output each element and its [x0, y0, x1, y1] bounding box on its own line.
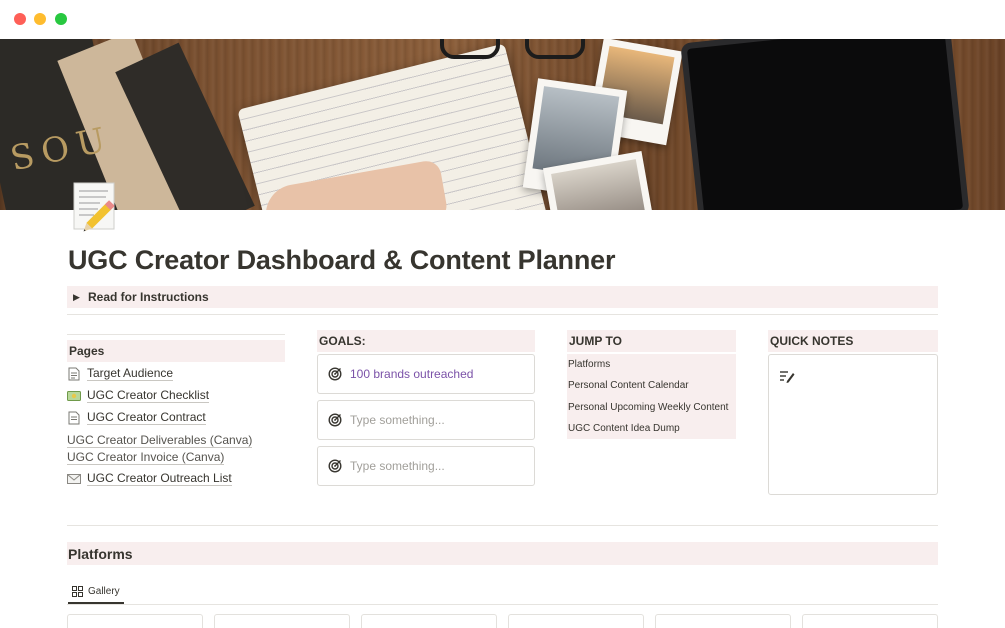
tab-gallery[interactable]: Gallery — [68, 580, 124, 604]
instructions-toggle[interactable]: ▶ Read for Instructions — [67, 286, 938, 308]
envelope-icon — [67, 472, 81, 486]
page-link-checklist[interactable]: UGC Creator Checklist — [67, 388, 210, 403]
gallery-card[interactable] — [508, 614, 644, 628]
page-link-deliverables[interactable]: UGC Creator Deliverables (Canva) — [67, 433, 253, 448]
goal-item[interactable]: 100 brands outreached — [317, 354, 535, 394]
tab-gallery-label: Gallery — [88, 585, 120, 597]
toggle-arrow-icon[interactable]: ▶ — [73, 292, 87, 303]
jump-to-list: Platforms Personal Content Calendar Pers… — [567, 354, 736, 439]
divider — [67, 314, 938, 315]
quick-notes-box[interactable] — [768, 354, 938, 495]
divider — [67, 604, 938, 605]
platforms-heading[interactable]: Platforms — [67, 542, 938, 565]
document-icon — [67, 367, 81, 381]
page-link-outreach-list[interactable]: UGC Creator Outreach List — [67, 471, 232, 486]
goal-placeholder: Type something... — [350, 459, 445, 473]
gallery-card[interactable] — [802, 614, 938, 628]
gallery-card[interactable] — [67, 614, 203, 628]
document-icon — [67, 411, 81, 425]
quick-notes-header: QUICK NOTES — [768, 330, 938, 352]
target-icon — [328, 367, 342, 381]
edit-lines-icon — [780, 371, 795, 383]
pages-header: Pages — [67, 340, 285, 362]
toggle-label: Read for Instructions — [88, 290, 209, 304]
page-link-invoice[interactable]: UGC Creator Invoice (Canva) — [67, 450, 225, 465]
page-link-label: Target Audience — [87, 366, 174, 381]
money-icon — [67, 389, 81, 403]
gallery-card[interactable] — [655, 614, 791, 628]
jump-link-idea-dump[interactable]: UGC Content Idea Dump — [568, 423, 680, 434]
page-link-label: UGC Creator Invoice (Canva) — [67, 450, 225, 465]
minimize-window-button[interactable] — [34, 13, 46, 25]
zoom-window-button[interactable] — [55, 13, 67, 25]
jump-to-header: JUMP TO — [567, 330, 736, 352]
page-title[interactable]: UGC Creator Dashboard & Content Planner — [68, 245, 615, 276]
divider — [67, 334, 285, 335]
jump-link-weekly-content[interactable]: Personal Upcoming Weekly Content — [568, 402, 728, 413]
laptop — [680, 39, 970, 210]
window-titlebar — [0, 0, 1005, 39]
goal-item[interactable]: Type something... — [317, 400, 535, 440]
jump-link-content-calendar[interactable]: Personal Content Calendar — [568, 380, 689, 391]
gallery-grid-icon — [72, 585, 83, 597]
goals-header: GOALS: — [317, 330, 535, 352]
cover-image: SOU — [0, 39, 1005, 210]
memo-pencil-icon[interactable] — [70, 181, 122, 233]
gallery-card[interactable] — [214, 614, 350, 628]
glasses — [440, 39, 590, 69]
page-link-label: UGC Creator Deliverables (Canva) — [67, 433, 253, 448]
page-link-label: UGC Creator Contract — [87, 410, 206, 425]
page-link-target-audience[interactable]: Target Audience — [67, 366, 174, 381]
target-icon — [328, 459, 342, 473]
page-link-label: UGC Creator Outreach List — [87, 471, 232, 486]
gallery-card[interactable] — [361, 614, 497, 628]
goal-item[interactable]: Type something... — [317, 446, 535, 486]
jump-link-platforms[interactable]: Platforms — [568, 359, 610, 370]
divider — [67, 525, 938, 526]
page-link-label: UGC Creator Checklist — [87, 388, 210, 403]
target-icon — [328, 413, 342, 427]
page-link-contract[interactable]: UGC Creator Contract — [67, 410, 206, 425]
goal-text: 100 brands outreached — [350, 367, 474, 381]
close-window-button[interactable] — [14, 13, 26, 25]
goal-placeholder: Type something... — [350, 413, 445, 427]
